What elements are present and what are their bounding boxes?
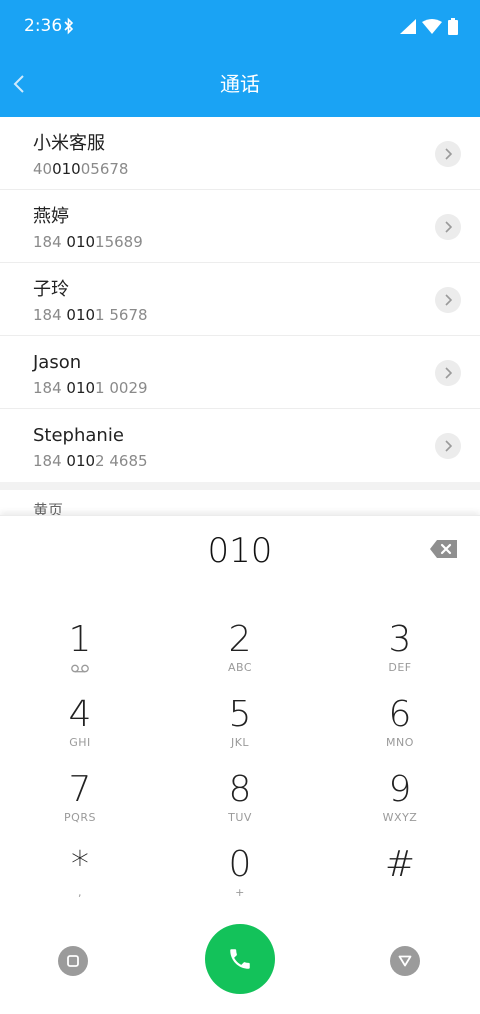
dial-key-2[interactable]: 2 ABC — [180, 619, 300, 689]
key-digit: 0 — [228, 844, 252, 885]
key-letters: + — [235, 886, 245, 899]
triangle-down-icon — [398, 955, 412, 967]
key-letters: MNO — [386, 736, 414, 749]
contact-result-item[interactable]: Jason 184 0101 0029 — [0, 336, 480, 409]
dial-key-3[interactable]: 3 DEF — [340, 619, 460, 689]
chevron-right-icon — [445, 221, 452, 233]
dial-key-7[interactable]: 7 PQRS — [20, 769, 140, 839]
phone-icon — [230, 949, 250, 969]
contact-result-item[interactable]: 燕婷 184 01015689 — [0, 190, 480, 263]
backspace-icon[interactable] — [429, 538, 459, 560]
chevron-right-icon — [445, 294, 452, 306]
contact-number: 4001005678 — [33, 160, 129, 178]
key-letters: DEF — [388, 661, 412, 674]
key-digit: 9 — [388, 769, 412, 810]
matched-digits: 010 — [66, 452, 96, 470]
key-digit: 2 — [228, 619, 252, 660]
dial-key-5[interactable]: 5 JKL — [180, 694, 300, 764]
bluetooth-icon — [64, 17, 74, 35]
contact-number: 184 01015689 — [33, 233, 143, 251]
contact-detail-button[interactable] — [435, 433, 461, 459]
contact-detail-button[interactable] — [435, 141, 461, 167]
section-divider — [0, 482, 480, 490]
key-letters: TUV — [228, 811, 252, 824]
key-digit: 1 — [68, 619, 92, 660]
cellular-signal-icon — [400, 18, 416, 34]
contact-detail-button[interactable] — [435, 214, 461, 240]
matched-digits: 010 — [66, 379, 96, 397]
chevron-right-icon — [445, 367, 452, 379]
contact-number: 184 0102 4685 — [33, 452, 148, 470]
key-digit: 3 — [388, 619, 412, 660]
contact-detail-button[interactable] — [435, 360, 461, 386]
contact-results-list: 小米客服 4001005678 燕婷 184 01015689 子玲 184 0… — [0, 117, 480, 482]
matched-digits: 010 — [66, 306, 96, 324]
key-letters: ABC — [227, 661, 253, 674]
app-header: 2:36 通话 — [0, 0, 480, 117]
key-letters: , — [78, 886, 82, 899]
key-digit: 6 — [388, 694, 412, 735]
contact-name: 小米客服 — [33, 133, 105, 154]
dial-key-4[interactable]: 4 GHI — [20, 694, 140, 764]
key-digit: # — [384, 844, 416, 885]
dialpad-collapse-button[interactable] — [390, 946, 420, 976]
dialpad: 010 1 2 ABC 3 DEF 4 GHI 5 JKL 6 MNO 7 PQ… — [0, 515, 480, 1014]
recent-apps-button[interactable] — [58, 946, 88, 976]
square-icon — [67, 955, 79, 967]
chevron-right-icon — [445, 440, 452, 452]
status-time: 2:36 — [24, 16, 63, 36]
key-letters: PQRS — [64, 811, 96, 824]
dial-key-8[interactable]: 8 TUV — [180, 769, 300, 839]
dial-key-6[interactable]: 6 MNO — [340, 694, 460, 764]
key-digit: 7 — [68, 769, 92, 810]
dialed-number: 010 — [207, 531, 273, 571]
key-letters: JKL — [230, 736, 250, 749]
call-button[interactable] — [205, 924, 275, 994]
dial-key-1[interactable]: 1 — [20, 619, 140, 689]
contact-number: 184 0101 5678 — [33, 306, 148, 324]
contact-detail-button[interactable] — [435, 287, 461, 313]
dial-key-star[interactable]: * , — [20, 844, 140, 914]
dial-key-0[interactable]: 0 + — [180, 844, 300, 914]
contact-name: Jason — [33, 352, 82, 373]
key-digit: 8 — [228, 769, 252, 810]
dial-key-hash[interactable]: # — [340, 844, 460, 914]
contact-name: 燕婷 — [33, 206, 69, 227]
voicemail-icon — [71, 664, 89, 673]
contact-result-item[interactable]: 小米客服 4001005678 — [0, 117, 480, 190]
wifi-icon — [422, 18, 442, 34]
chevron-right-icon — [445, 148, 452, 160]
contact-name: 子玲 — [33, 279, 69, 300]
contact-name: Stephanie — [33, 425, 124, 446]
key-letters: GHI — [69, 736, 91, 749]
page-title: 通话 — [220, 72, 260, 96]
key-digit: 4 — [68, 694, 92, 735]
contact-result-item[interactable]: Stephanie 184 0102 4685 — [0, 409, 480, 482]
contact-number: 184 0101 0029 — [33, 379, 148, 397]
status-bar: 2:36 — [0, 0, 480, 52]
dial-key-9[interactable]: 9 WXYZ — [340, 769, 460, 839]
battery-icon — [448, 17, 458, 35]
status-icons — [400, 17, 458, 35]
key-digit: 5 — [228, 694, 252, 735]
key-letters: WXYZ — [382, 811, 418, 824]
contact-result-item[interactable]: 子玲 184 0101 5678 — [0, 263, 480, 336]
key-digit: * — [71, 844, 89, 885]
matched-digits: 010 — [52, 160, 81, 178]
matched-digits: 010 — [66, 233, 96, 251]
